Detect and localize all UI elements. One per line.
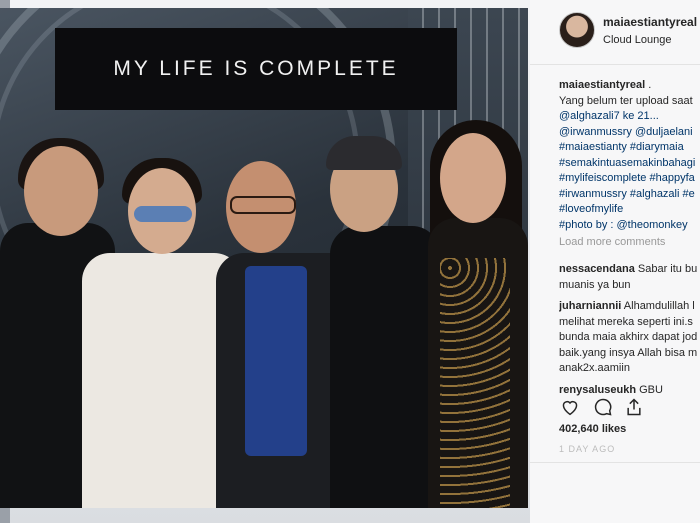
caption-line[interactable]: @alghazali7 ke 21... xyxy=(559,109,700,125)
post-caption: maiaestiantyreal . Yang belum ter upload… xyxy=(559,78,700,251)
post-username[interactable]: maiaestiantyreal xyxy=(603,15,697,29)
comment-item: juharniannii Alhamdulillah l melihat mer… xyxy=(559,299,700,377)
load-more-comments-link[interactable]: Load more comments xyxy=(559,235,700,251)
post-sidebar: maiaestiantyreal Cloud Lounge maiaestian… xyxy=(530,0,700,523)
comment-item: nessacendana Sabar itu bu muanis ya bun xyxy=(559,262,700,293)
caption-line[interactable]: #loveofmylife xyxy=(559,202,700,218)
comment-username[interactable]: juharniannii xyxy=(559,300,621,312)
comment-text: anak2x.aamiin xyxy=(559,362,630,374)
comment-text: baik.yang insya Allah bisa m xyxy=(559,346,698,359)
caption-username[interactable]: maiaestiantyreal xyxy=(559,79,645,91)
comment-text: GBU xyxy=(636,383,663,396)
share-icon[interactable] xyxy=(623,396,645,418)
post-photo[interactable]: MY LIFE IS COMPLETE xyxy=(0,8,528,508)
caption-line[interactable]: #mylifeiscomplete #happyfa xyxy=(559,171,700,187)
comment-text: Alhamdulillah l xyxy=(621,300,695,312)
footer-divider xyxy=(530,462,700,463)
comment-text: melihat mereka seperti ini.s xyxy=(559,315,693,328)
post-timestamp: 1 DAY AGO xyxy=(559,444,616,454)
caption-line: Yang belum ter upload saat xyxy=(559,94,693,107)
comment-text: muanis ya bun xyxy=(559,278,631,291)
header-divider xyxy=(530,64,700,65)
post-actions xyxy=(559,396,700,420)
caption-line[interactable]: #irwanmussry #alghazali #e xyxy=(559,187,700,203)
photo-title-banner: MY LIFE IS COMPLETE xyxy=(55,28,457,110)
comment-username[interactable]: nessacendana xyxy=(559,263,635,275)
post-location[interactable]: Cloud Lounge xyxy=(603,34,672,46)
monitor-screen: MY LIFE IS COMPLETE maiaestiantyreal Clo… xyxy=(0,0,700,523)
caption-line[interactable]: #semakintuasemakinbahagi xyxy=(559,156,700,172)
post-header: maiaestiantyreal Cloud Lounge xyxy=(530,8,700,56)
caption-username-suffix: . xyxy=(645,79,652,91)
avatar[interactable] xyxy=(559,12,595,48)
caption-line[interactable]: @irwanmussry @duljaelani xyxy=(559,125,700,141)
caption-line[interactable]: #maiaestianty #diarymaia xyxy=(559,140,700,156)
heart-icon[interactable] xyxy=(559,396,581,418)
likes-count[interactable]: 402,640 likes xyxy=(559,423,626,435)
comment-text: bunda maia akhirx dapat jod xyxy=(559,331,698,343)
photo-title-text: MY LIFE IS COMPLETE xyxy=(113,57,399,80)
caption-line[interactable]: #photo by : @theomonkey xyxy=(559,218,700,234)
comment-username[interactable]: renysaluseukh xyxy=(559,384,636,396)
comment-text: Sabar itu bu xyxy=(634,263,698,275)
comment-icon[interactable] xyxy=(592,396,614,418)
comments-list: nessacendana Sabar itu bu muanis ya bun … xyxy=(559,262,700,404)
